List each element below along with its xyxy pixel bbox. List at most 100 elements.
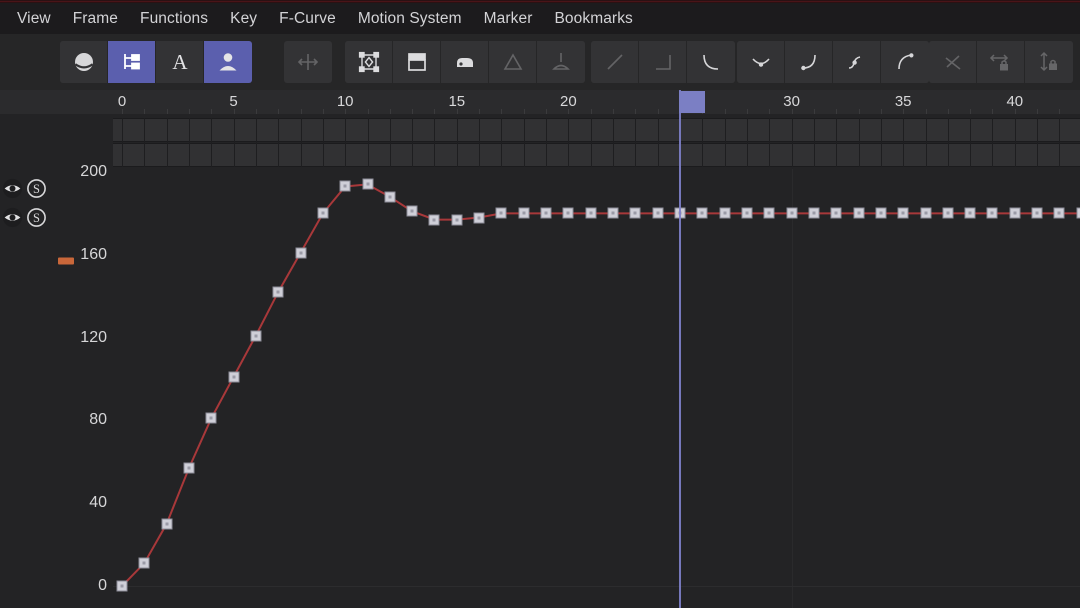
value-axis-label-40: 40	[89, 494, 107, 512]
keyframe-marker[interactable]	[741, 208, 752, 219]
keyframe-marker[interactable]	[139, 558, 150, 569]
toolbar-button-tangent-s-curve[interactable]	[833, 41, 881, 83]
menu-item-view[interactable]: View	[6, 7, 62, 31]
keyframe-marker[interactable]	[942, 208, 953, 219]
keyframe-marker[interactable]	[831, 208, 842, 219]
smooth-iron-icon	[452, 49, 478, 75]
keyframe-marker[interactable]	[764, 208, 775, 219]
keyframe-marker[interactable]	[384, 191, 395, 202]
svg-text:A: A	[172, 50, 188, 74]
keyframe-marker[interactable]	[183, 463, 194, 474]
track-row-controls: S	[2, 207, 47, 233]
eye-icon[interactable]	[2, 207, 23, 233]
menu-item-f-curve[interactable]: F-Curve	[268, 7, 347, 31]
toolbar-button-hierarchy-tree[interactable]	[108, 41, 156, 83]
toolbar-button-linear-interp[interactable]	[591, 41, 639, 83]
toolbar-button-ease-interp[interactable]	[687, 41, 735, 83]
track-grid-line	[122, 118, 123, 167]
playhead-handle[interactable]	[679, 91, 705, 113]
toolbar-button-frame-box[interactable]	[393, 41, 441, 83]
toolbar-button-tangent-spline[interactable]	[881, 41, 929, 83]
keyframe-marker[interactable]	[585, 208, 596, 219]
toolbar-button-lock-vertical[interactable]	[1025, 41, 1073, 83]
keyframe-marker[interactable]	[273, 287, 284, 298]
track-grid-line	[836, 118, 837, 167]
toolbar-button-break-tangent[interactable]	[929, 41, 977, 83]
keyframe-marker[interactable]	[719, 208, 730, 219]
menu-item-marker[interactable]: Marker	[473, 7, 544, 31]
track-grid-line	[903, 118, 904, 167]
toolbar-button-sphere-object[interactable]	[60, 41, 108, 83]
solo-s-icon[interactable]: S	[26, 178, 47, 204]
toolbar-button-tangent-ease-out[interactable]	[785, 41, 833, 83]
toolbar-move-group	[284, 41, 332, 83]
keyframe-marker[interactable]	[786, 208, 797, 219]
toolbar-button-text-a[interactable]: A	[156, 41, 204, 83]
keyframe-marker[interactable]	[697, 208, 708, 219]
track-grid-line	[524, 118, 525, 167]
keyframe-marker[interactable]	[875, 208, 886, 219]
value-range-marker[interactable]	[58, 258, 74, 265]
track-row-band[interactable]	[113, 118, 1080, 142]
track-grid-line	[546, 118, 547, 167]
menu-item-bookmarks[interactable]: Bookmarks	[543, 7, 643, 31]
keyframe-marker[interactable]	[987, 208, 998, 219]
keyframe-marker[interactable]	[518, 208, 529, 219]
toolbar-button-smooth-iron[interactable]	[441, 41, 489, 83]
toolbar-button-person[interactable]	[204, 41, 252, 83]
track-row-band[interactable]	[113, 143, 1080, 167]
keyframe-marker[interactable]	[563, 208, 574, 219]
keyframe-marker[interactable]	[541, 208, 552, 219]
keyframe-marker[interactable]	[161, 518, 172, 529]
linear-interp-icon	[602, 49, 628, 75]
track-grid-line	[970, 118, 971, 167]
curve-graph-area[interactable]	[113, 169, 1080, 608]
keyframe-marker[interactable]	[898, 208, 909, 219]
track-grid-strip	[0, 114, 1080, 169]
keyframe-marker[interactable]	[451, 214, 462, 225]
keyframe-marker[interactable]	[228, 371, 239, 382]
toolbar-button-lock-horizontal[interactable]	[977, 41, 1025, 83]
toolbar-button-simplify-triangle[interactable]	[489, 41, 537, 83]
keyframe-marker[interactable]	[429, 214, 440, 225]
keyframe-marker[interactable]	[317, 208, 328, 219]
keyframe-marker[interactable]	[1009, 208, 1020, 219]
keyframe-marker[interactable]	[1054, 208, 1065, 219]
ruler-label-40: 40	[1006, 93, 1023, 110]
keyframe-marker[interactable]	[496, 208, 507, 219]
keyframe-marker[interactable]	[206, 413, 217, 424]
keyframe-marker[interactable]	[295, 247, 306, 258]
keyframe-marker[interactable]	[1032, 208, 1043, 219]
keyframe-marker[interactable]	[965, 208, 976, 219]
keyframe-marker[interactable]	[853, 208, 864, 219]
keyframe-marker[interactable]	[362, 179, 373, 190]
menu-item-motion-system[interactable]: Motion System	[347, 7, 473, 31]
track-grid-line	[301, 118, 302, 167]
timeline-ruler[interactable]: 0510152025303540	[0, 90, 1080, 114]
toolbar-button-step-interp[interactable]	[639, 41, 687, 83]
solo-s-icon[interactable]: S	[26, 207, 47, 233]
keyframe-marker[interactable]	[608, 208, 619, 219]
eye-icon[interactable]	[2, 178, 23, 204]
svg-text:S: S	[33, 211, 40, 225]
toolbar-button-transform-box[interactable]	[345, 41, 393, 83]
toolbar-button-tangent-soft[interactable]	[737, 41, 785, 83]
menu-item-frame[interactable]: Frame	[62, 7, 129, 31]
keyframe-marker[interactable]	[652, 208, 663, 219]
keyframe-marker[interactable]	[117, 581, 128, 592]
keyframe-marker[interactable]	[474, 212, 485, 223]
tangent-soft-icon	[748, 49, 774, 75]
menu-item-functions[interactable]: Functions	[129, 7, 219, 31]
keyframe-marker[interactable]	[407, 206, 418, 217]
toolbar-button-move-horizontal[interactable]	[284, 41, 332, 83]
track-grid-line	[278, 118, 279, 167]
value-axis-label-80: 80	[89, 411, 107, 429]
toolbar-button-cleanup-brush[interactable]	[537, 41, 585, 83]
keyframe-marker[interactable]	[920, 208, 931, 219]
keyframe-marker[interactable]	[250, 330, 261, 341]
menu-item-key[interactable]: Key	[219, 7, 268, 31]
keyframe-marker[interactable]	[340, 181, 351, 192]
keyframe-marker[interactable]	[630, 208, 641, 219]
keyframe-marker[interactable]	[1076, 208, 1080, 219]
keyframe-marker[interactable]	[808, 208, 819, 219]
